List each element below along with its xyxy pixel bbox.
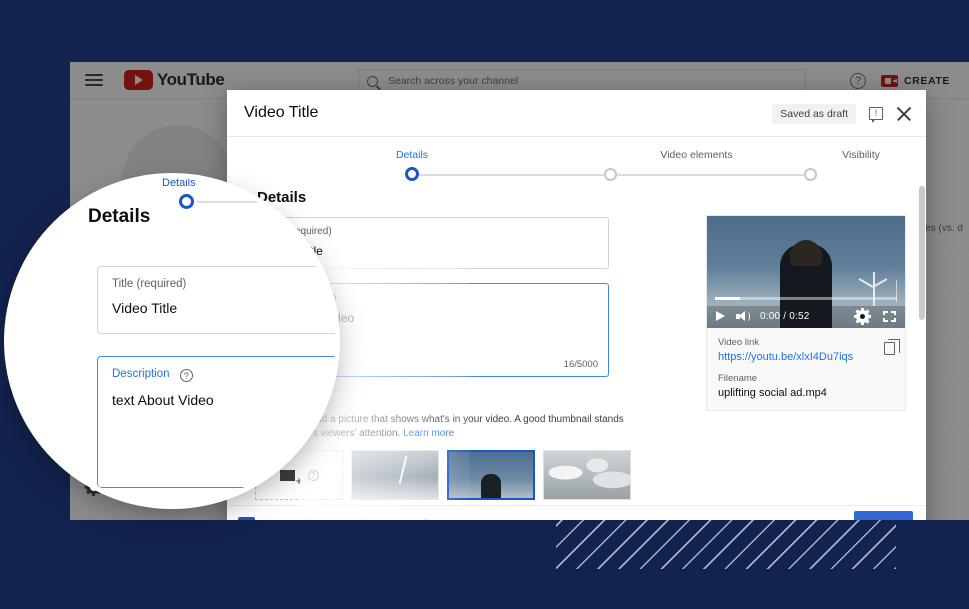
decorative-hatch-pattern [556, 519, 896, 569]
thumbnail-option-3[interactable] [543, 450, 631, 500]
magnified-description-label: Description ? [112, 368, 332, 382]
magnified-title-field[interactable]: Title (required) Video Title [97, 266, 335, 334]
video-preview-card: 0:00 / 0:52 Video link https://youtu.be/… [706, 215, 906, 411]
playback-progress-bar[interactable] [715, 297, 897, 300]
stepper-dot-details[interactable] [405, 167, 419, 181]
wind-turbine-icon [873, 272, 875, 306]
player-time: 0:00 / 0:52 [760, 311, 809, 322]
feedback-icon[interactable]: ! [869, 107, 883, 120]
video-player[interactable]: 0:00 / 0:52 [707, 216, 905, 328]
learn-more-link[interactable]: Learn more [403, 428, 454, 439]
magnified-stepper-dot [179, 194, 194, 209]
filename-value: uplifting social ad.mp4 [718, 387, 894, 399]
magnified-title-label: Title (required) [112, 278, 332, 290]
video-meta: Video link https://youtu.be/xlxI4Du7iqs … [707, 328, 905, 410]
hd-badge: HD [238, 517, 255, 521]
stepper-dot-visibility[interactable] [804, 168, 817, 181]
player-controls: 0:00 / 0:52 [707, 304, 905, 328]
magnified-section-title: Details [88, 206, 150, 228]
help-icon[interactable]: ? [180, 369, 193, 382]
processing-status: Processing HD version; SD complete [268, 518, 441, 520]
next-button[interactable]: NEXT [854, 511, 913, 520]
thumbnail-option-1[interactable] [351, 450, 439, 500]
close-icon[interactable] [896, 106, 912, 122]
magnified-stepper-line [197, 201, 257, 203]
magnified-step-label: Details [162, 178, 196, 189]
magnified-title-value: Video Title [112, 300, 332, 316]
dialog-header: Video Title Saved as draft ! [227, 90, 926, 137]
thumbnail-option-2[interactable] [447, 450, 535, 500]
dialog-scrollbar-thumb[interactable] [919, 186, 925, 320]
dialog-footer: HD Processing HD version; SD complete NE… [227, 505, 926, 520]
tab-details-label[interactable]: Details [227, 149, 597, 161]
magnifier-lens: Details Details Title (required) Video T… [9, 178, 335, 504]
copy-icon[interactable] [884, 342, 895, 355]
filename-label: Filename [718, 373, 894, 384]
stepper-dot-video-elements[interactable] [604, 168, 617, 181]
magnified-description-field[interactable]: Description ? text About Video [97, 356, 335, 488]
thumbnail-image-1 [352, 451, 438, 499]
cloud-accent [544, 451, 630, 499]
volume-icon[interactable] [736, 311, 749, 322]
screenshot-stage: Settings Comments Likes (vs. d YouTube [0, 0, 969, 609]
playback-progress-fill [715, 297, 740, 300]
status-badge: Saved as draft [772, 104, 856, 124]
tab-visibility-label[interactable]: Visibility [796, 149, 926, 161]
video-link-label: Video link [718, 337, 894, 348]
magnified-description-label-text: Description [112, 368, 170, 380]
magnified-description-value: text About Video [112, 392, 332, 408]
description-character-counter: 16/5000 [564, 359, 598, 370]
tab-video-elements-label[interactable]: Video elements [597, 149, 796, 161]
person-silhouette [481, 474, 501, 498]
dialog-title: Video Title [244, 104, 318, 122]
video-link[interactable]: https://youtu.be/xlxI4Du7iqs [718, 351, 894, 363]
dialog-scrollbar-track[interactable] [919, 186, 926, 494]
fullscreen-icon[interactable] [883, 311, 896, 322]
gear-icon[interactable] [856, 310, 869, 323]
person-hood [790, 240, 822, 266]
play-icon[interactable] [716, 311, 725, 321]
